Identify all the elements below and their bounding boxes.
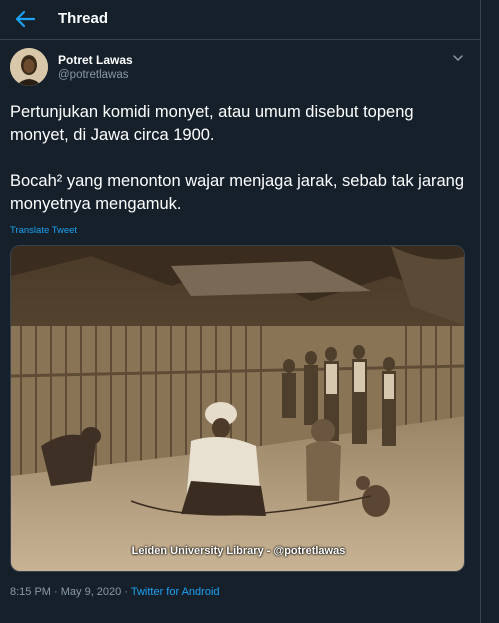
column-divider — [480, 0, 481, 623]
thread-header: Thread — [0, 0, 480, 40]
arrow-left-icon[interactable] — [14, 9, 36, 29]
avatar[interactable] — [10, 48, 48, 86]
tweet-timestamp[interactable]: 8:15 PM · May 9, 2020 · — [10, 586, 131, 598]
sepia-photo-image — [11, 246, 464, 571]
chevron-down-icon[interactable] — [452, 53, 464, 63]
author-name[interactable]: Potret Lawas — [58, 53, 133, 67]
tweet-source-link[interactable]: Twitter for Android — [131, 586, 220, 598]
tweet-text: Pertunjukan komidi monyet, atau umum dis… — [10, 103, 465, 213]
page-title: Thread — [58, 10, 109, 27]
translate-tweet-link[interactable]: Translate Tweet — [10, 225, 77, 236]
author-handle[interactable]: @potretlawas — [58, 69, 128, 81]
tweet-metadata: 8:15 PM · May 9, 2020 · Twitter for Andr… — [10, 586, 220, 598]
tweet-photo[interactable]: Leiden University Library - @potretlawas — [10, 245, 465, 572]
photo-caption: Leiden University Library - @potretlawas — [131, 545, 346, 557]
